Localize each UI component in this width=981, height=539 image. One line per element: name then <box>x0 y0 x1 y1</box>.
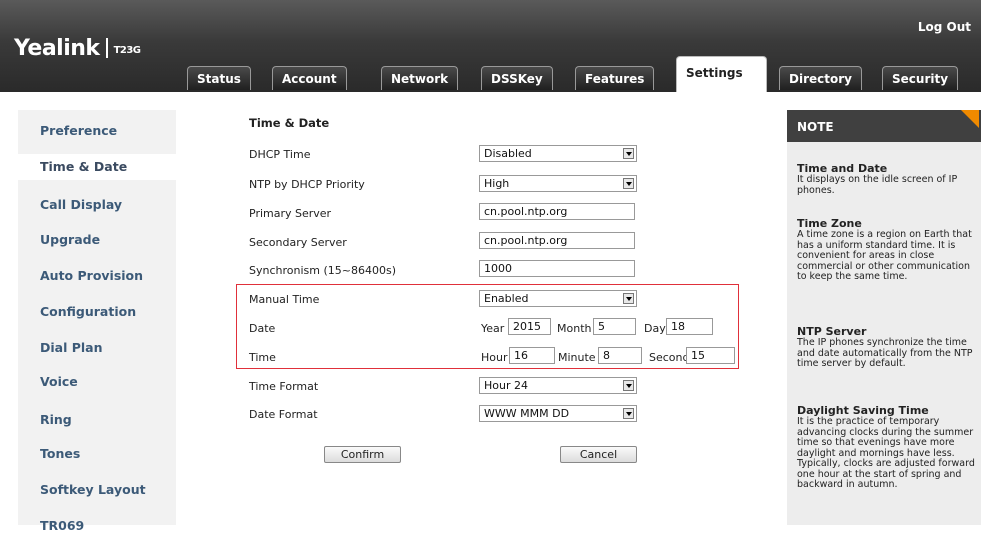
chevron-down-icon <box>623 380 634 391</box>
sidebar: Preference Time & Date Call Display Upgr… <box>18 110 176 533</box>
sidebar-item-time-date[interactable]: Time & Date <box>18 154 176 180</box>
time-format-select[interactable]: Hour 24 <box>479 377 637 394</box>
time-format-value: Hour 24 <box>484 379 528 392</box>
logout-link[interactable]: Log Out <box>918 20 971 34</box>
chevron-down-icon <box>623 148 634 159</box>
tab-security[interactable]: Security <box>882 66 959 90</box>
second-label: Second <box>649 351 690 364</box>
sidebar-item-configuration[interactable]: Configuration <box>18 299 176 325</box>
tab-dsskey[interactable]: DSSKey <box>481 66 553 90</box>
cancel-button[interactable]: Cancel <box>560 446 637 463</box>
ntp-priority-value: High <box>484 177 510 190</box>
dhcp-time-select[interactable]: Disabled <box>479 145 637 162</box>
sidebar-item-tones[interactable]: Tones <box>18 441 176 467</box>
sidebar-item-tr069[interactable]: TR069 <box>18 513 176 539</box>
primary-server-label: Primary Server <box>249 207 332 220</box>
sidebar-item-upgrade[interactable]: Upgrade <box>18 227 176 253</box>
year-label: Year <box>481 322 505 335</box>
page-title: Time & Date <box>249 116 330 130</box>
note-section-ntp-server: NTP Server The IP phones synchronize the… <box>797 326 977 370</box>
note-section-dst: Daylight Saving Time It is the practice … <box>797 405 977 491</box>
year-input[interactable]: 2015 <box>508 318 551 335</box>
sidebar-item-auto-provision[interactable]: Auto Provision <box>18 263 176 289</box>
month-label: Month <box>557 322 592 335</box>
ntp-priority-label: NTP by DHCP Priority <box>249 178 365 191</box>
sidebar-item-preference[interactable]: Preference <box>18 118 176 144</box>
synchronism-input[interactable]: 1000 <box>479 260 635 277</box>
note-text: A time zone is a region on Earth that ha… <box>797 229 972 282</box>
minute-input[interactable]: 8 <box>598 347 642 364</box>
time-format-label: Time Format <box>249 380 319 393</box>
minute-label: Minute <box>558 351 596 364</box>
yealink-logo: Yealink T23G <box>14 36 141 61</box>
note-text: The IP phones synchronize the time and d… <box>797 337 973 369</box>
synchronism-label: Synchronism (15~86400s) <box>249 264 396 277</box>
month-input[interactable]: 5 <box>593 318 636 335</box>
confirm-button[interactable]: Confirm <box>324 446 401 463</box>
brand-name: Yealink <box>14 36 100 61</box>
note-title: NOTE <box>787 110 981 142</box>
note-text: It displays on the idle screen of IP pho… <box>797 174 958 196</box>
chevron-down-icon <box>623 408 634 419</box>
manual-time-label: Manual Time <box>249 293 320 306</box>
note-panel: NOTE Time and Date It displays on the id… <box>787 110 981 525</box>
sidebar-item-call-display[interactable]: Call Display <box>18 192 176 218</box>
day-label: Day <box>644 322 666 335</box>
sidebar-item-ring[interactable]: Ring <box>18 407 176 433</box>
chevron-down-icon <box>623 293 634 304</box>
tab-features[interactable]: Features <box>575 66 655 90</box>
tab-status[interactable]: Status <box>187 66 251 90</box>
date-format-select[interactable]: WWW MMM DD <box>479 405 637 422</box>
date-format-value: WWW MMM DD <box>484 407 570 420</box>
time-label: Time <box>249 351 276 364</box>
date-format-label: Date Format <box>249 408 318 421</box>
chevron-down-icon <box>623 178 634 189</box>
corner-fold-icon <box>961 110 979 128</box>
tab-account[interactable]: Account <box>272 66 347 90</box>
ntp-priority-select[interactable]: High <box>479 175 637 192</box>
primary-server-input[interactable]: cn.pool.ntp.org <box>479 203 635 220</box>
second-input[interactable]: 15 <box>686 347 735 364</box>
dhcp-time-value: Disabled <box>484 147 532 160</box>
manual-time-value: Enabled <box>484 292 529 305</box>
hour-input[interactable]: 16 <box>509 347 555 364</box>
note-section-time-date: Time and Date It displays on the idle sc… <box>797 163 977 196</box>
dhcp-time-label: DHCP Time <box>249 148 311 161</box>
tab-network[interactable]: Network <box>381 66 459 90</box>
tab-directory[interactable]: Directory <box>779 66 862 90</box>
day-input[interactable]: 18 <box>666 318 713 335</box>
note-text: It is the practice of temporary advancin… <box>797 416 975 490</box>
date-label: Date <box>249 322 276 335</box>
sidebar-item-dial-plan[interactable]: Dial Plan <box>18 335 176 361</box>
note-section-time-zone: Time Zone A time zone is a region on Ear… <box>797 218 977 283</box>
manual-time-select[interactable]: Enabled <box>479 290 637 307</box>
model-name: T23G <box>113 45 141 56</box>
sidebar-item-voice[interactable]: Voice <box>18 369 176 395</box>
secondary-server-label: Secondary Server <box>249 236 347 249</box>
secondary-server-input[interactable]: cn.pool.ntp.org <box>479 232 635 249</box>
tab-settings[interactable]: Settings <box>676 56 767 92</box>
hour-label: Hour <box>481 351 508 364</box>
sidebar-item-softkey-layout[interactable]: Softkey Layout <box>18 477 176 503</box>
top-header: Log Out Yealink T23G Status Account Netwo… <box>0 0 981 92</box>
